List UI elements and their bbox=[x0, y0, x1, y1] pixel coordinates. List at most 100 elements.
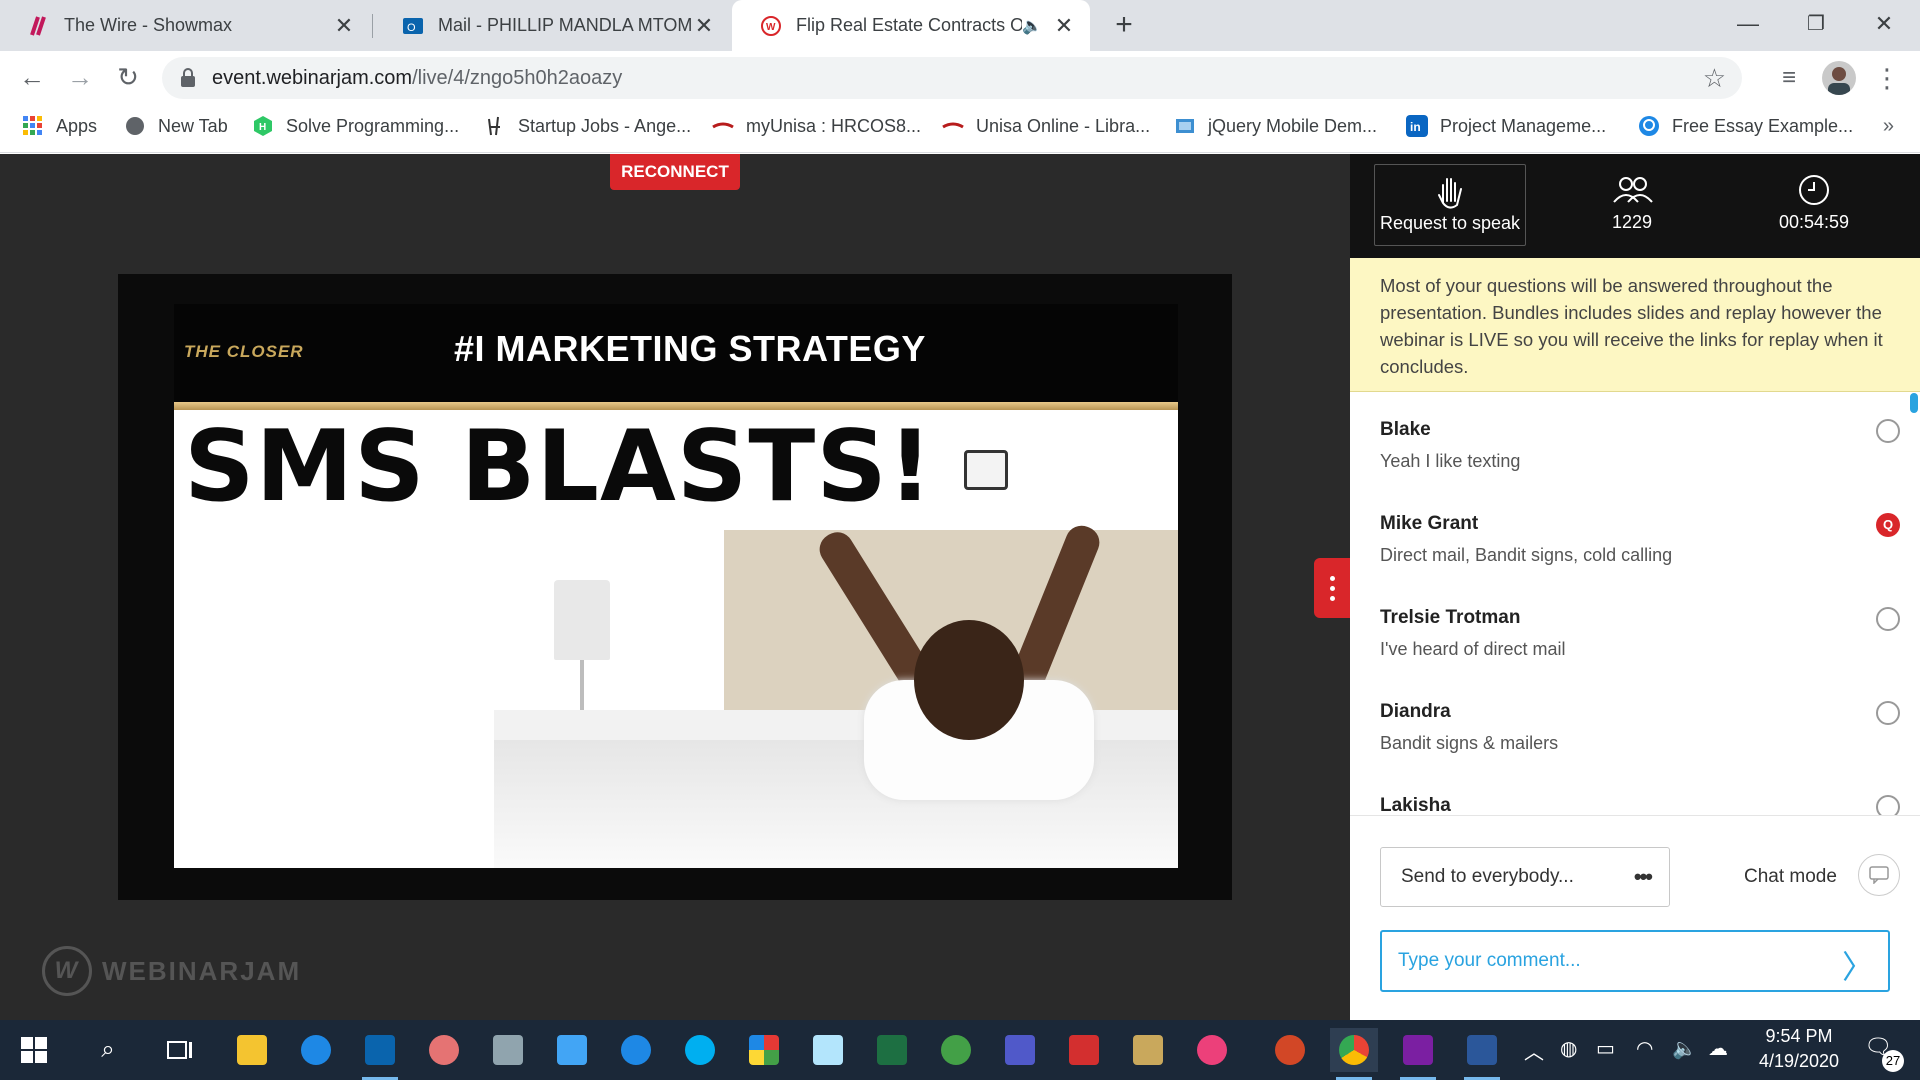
attendees-counter[interactable]: 1229 bbox=[1556, 164, 1708, 246]
close-tab-icon[interactable]: ✕ bbox=[692, 13, 716, 39]
network-app-icon[interactable] bbox=[548, 1028, 596, 1072]
bookmark-label: Free Essay Example... bbox=[1672, 115, 1854, 136]
url-path: /live/4/zngo5h0h2aoazy bbox=[412, 67, 623, 89]
image-viewer-icon[interactable] bbox=[484, 1028, 532, 1072]
tab-outlook[interactable]: O Mail - PHILLIP MANDLA MTOMBENI - Outlo… bbox=[374, 0, 730, 51]
address-bar[interactable]: event.webinarjam.com/live/4/zngo5h0h2aoa… bbox=[162, 57, 1742, 99]
webinarjam-watermark: W WEBINARJAM bbox=[42, 946, 301, 996]
comment-input[interactable] bbox=[1398, 932, 1838, 990]
presentation-frame: THE CLOSER #I MARKETING STRATEGY SMS BLA… bbox=[118, 274, 1232, 900]
chat-message-list[interactable]: Blake Yeah I like texting Mike Grant Dir… bbox=[1350, 393, 1920, 815]
attendees-icon bbox=[1613, 177, 1653, 203]
bookmark-new-tab[interactable]: New Tab bbox=[124, 115, 228, 137]
chrome-icon[interactable] bbox=[1330, 1028, 1378, 1080]
powerpoint-icon[interactable] bbox=[1266, 1028, 1314, 1072]
chat-message: Mike Grant Direct mail, Bandit signs, co… bbox=[1380, 513, 1900, 566]
word-icon[interactable] bbox=[1458, 1028, 1506, 1080]
message-select-radio[interactable] bbox=[1876, 419, 1900, 443]
timer-text: 00:54:59 bbox=[1778, 212, 1850, 232]
question-badge[interactable]: Q bbox=[1876, 513, 1900, 537]
webinarjam-logo-icon: W bbox=[42, 946, 92, 996]
comment-box[interactable]: 〉 bbox=[1380, 930, 1890, 992]
action-center-button[interactable]: 🗨 27 bbox=[1864, 1034, 1904, 1072]
slide-headline: SMS BLASTS! bbox=[184, 410, 934, 524]
speaker-icon[interactable]: 🔈 bbox=[1022, 16, 1042, 36]
pinwheel-icon[interactable] bbox=[740, 1028, 788, 1072]
message-author: Mike Grant bbox=[1380, 513, 1479, 534]
chat-panel: Request to speak 1229 00:54:59 Most of y… bbox=[1350, 154, 1920, 1020]
send-chevron-icon[interactable]: 〉 bbox=[1842, 942, 1874, 988]
more-bookmarks-icon[interactable]: » bbox=[1883, 115, 1894, 138]
close-tab-icon[interactable]: ✕ bbox=[1052, 13, 1076, 39]
message-select-radio[interactable] bbox=[1876, 701, 1900, 725]
teams-icon[interactable] bbox=[996, 1028, 1044, 1072]
bookmark-angellist[interactable]: Startup Jobs - Ange... bbox=[484, 115, 691, 137]
chat-scrollbar[interactable] bbox=[1910, 393, 1918, 413]
bookmark-label: Apps bbox=[56, 115, 98, 136]
certificate-app-icon[interactable] bbox=[1124, 1028, 1172, 1072]
tab-showmax[interactable]: The Wire - Showmax ✕ bbox=[0, 0, 370, 51]
snipping-tool-icon[interactable] bbox=[420, 1028, 468, 1072]
new-tab-button[interactable]: + bbox=[1108, 10, 1140, 42]
send-to-dropdown[interactable]: Send to everybody... ••• bbox=[1380, 847, 1670, 907]
hackerrank-icon: H bbox=[254, 116, 272, 136]
notes-app-icon[interactable] bbox=[804, 1028, 852, 1072]
skype-icon[interactable] bbox=[676, 1028, 724, 1072]
show-hidden-icons[interactable]: ︿ bbox=[1524, 1036, 1544, 1065]
network-tray-icon[interactable]: ◍ bbox=[1560, 1036, 1577, 1061]
profile-icon bbox=[1828, 67, 1850, 95]
edge-icon[interactable] bbox=[612, 1028, 660, 1072]
reload-button[interactable]: ↻ bbox=[110, 59, 146, 95]
forward-button[interactable]: → bbox=[62, 59, 98, 95]
menu-kebab-icon[interactable]: ⋮ bbox=[1870, 61, 1904, 95]
minimize-button[interactable]: — bbox=[1718, 6, 1778, 42]
bookmark-linkedin[interactable]: in Project Manageme... bbox=[1406, 115, 1606, 137]
message-select-radio[interactable] bbox=[1876, 795, 1900, 815]
bookmark-apps[interactable]: Apps bbox=[22, 115, 97, 137]
tab-separator bbox=[372, 14, 373, 38]
message-text: Bandit signs & mailers bbox=[1380, 733, 1559, 753]
back-button[interactable]: ← bbox=[14, 59, 50, 95]
webinarjam-icon: W bbox=[761, 15, 781, 36]
battery-icon[interactable]: ▭ bbox=[1596, 1036, 1615, 1061]
file-explorer-icon[interactable] bbox=[228, 1028, 276, 1072]
photo-lamp bbox=[554, 580, 610, 660]
chat-mode-toggle[interactable] bbox=[1858, 854, 1900, 896]
internet-explorer-icon[interactable] bbox=[292, 1028, 340, 1072]
reconnect-button[interactable]: RECONNECT bbox=[610, 154, 740, 190]
url-text: event.webinarjam.com/live/4/zngo5h0h2aoa… bbox=[212, 67, 622, 90]
bookmark-label: jQuery Mobile Dem... bbox=[1208, 115, 1378, 136]
globe-app-icon[interactable] bbox=[932, 1028, 980, 1072]
message-select-radio[interactable] bbox=[1876, 607, 1900, 631]
bookmark-unisa-online[interactable]: Unisa Online - Libra... bbox=[942, 115, 1150, 137]
volume-icon[interactable]: 🔈 bbox=[1672, 1036, 1697, 1061]
system-clock[interactable]: 9:54 PM 4/19/2020 bbox=[1744, 1024, 1854, 1074]
tab-webinarjam[interactable]: W Flip Real Estate Contracts Of 🔈 ✕ bbox=[732, 0, 1090, 51]
excel-icon[interactable] bbox=[868, 1028, 916, 1072]
bookmark-jquery-mobile[interactable]: jQuery Mobile Dem... bbox=[1174, 115, 1377, 137]
onedrive-icon[interactable]: ☁ bbox=[1708, 1036, 1728, 1061]
close-tab-icon[interactable]: ✕ bbox=[332, 13, 356, 39]
profile-avatar[interactable] bbox=[1822, 61, 1856, 95]
more-options-icon[interactable]: ••• bbox=[1634, 848, 1653, 906]
message-author: Trelsie Trotman bbox=[1380, 607, 1521, 628]
restore-button[interactable]: ❐ bbox=[1786, 6, 1846, 42]
acrobat-icon[interactable] bbox=[1060, 1028, 1108, 1072]
media-control-icon[interactable]: ≡ bbox=[1772, 61, 1806, 95]
task-view-icon[interactable] bbox=[156, 1028, 204, 1072]
winrar-icon[interactable] bbox=[1394, 1028, 1442, 1080]
itunes-icon[interactable] bbox=[1188, 1028, 1236, 1072]
wifi-icon[interactable]: ◠ bbox=[1636, 1036, 1653, 1061]
bookmark-myunisa[interactable]: myUnisa : HRCOS8... bbox=[712, 115, 921, 137]
panel-toggle-button[interactable] bbox=[1314, 558, 1350, 618]
close-window-button[interactable]: ✕ bbox=[1854, 6, 1914, 42]
message-text: Direct mail, Bandit signs, cold calling bbox=[1380, 545, 1673, 565]
bookmark-hackerrank[interactable]: H Solve Programming... bbox=[252, 115, 459, 137]
search-icon[interactable]: ⌕ bbox=[84, 1028, 132, 1072]
request-to-speak-button[interactable]: Request to speak bbox=[1374, 164, 1526, 246]
bookmark-free-essay[interactable]: Free Essay Example... bbox=[1638, 115, 1853, 137]
start-button[interactable] bbox=[10, 1028, 58, 1072]
outlook-taskbar-icon[interactable] bbox=[356, 1028, 404, 1080]
bookmark-star-icon[interactable]: ☆ bbox=[1703, 63, 1726, 94]
bookmark-label: New Tab bbox=[158, 115, 228, 136]
